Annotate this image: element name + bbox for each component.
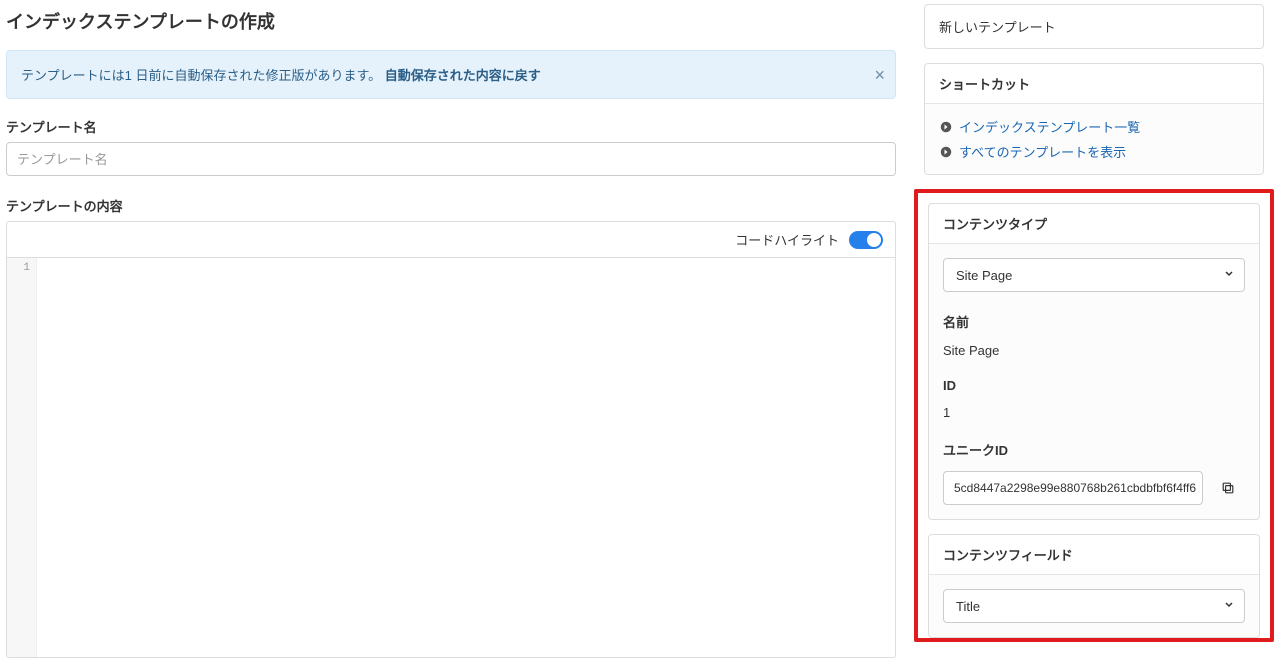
content-field-select[interactable]: Title xyxy=(943,589,1245,623)
shortcut-index-templates[interactable]: インデックステンプレート一覧 xyxy=(959,117,1140,136)
code-highlight-toggle[interactable] xyxy=(849,231,883,249)
alert-action-link[interactable]: 自動保存された内容に戻す xyxy=(385,68,541,83)
code-textarea[interactable] xyxy=(37,258,895,657)
shortcuts-header: ショートカット xyxy=(925,64,1263,104)
content-field-panel: コンテンツフィールド Title xyxy=(928,534,1260,638)
template-content-label: テンプレートの内容 xyxy=(6,196,896,215)
name-label: 名前 xyxy=(943,312,1245,331)
template-name-input[interactable] xyxy=(6,142,896,176)
content-type-header: コンテンツタイプ xyxy=(929,204,1259,244)
close-icon[interactable]: × xyxy=(874,66,885,84)
code-highlight-label: コードハイライト xyxy=(735,230,839,249)
shortcut-all-templates[interactable]: すべてのテンプレートを表示 xyxy=(959,142,1126,161)
content-type-panel: コンテンツタイプ Site Page 名前 Site Page ID 1 xyxy=(928,203,1260,520)
list-item: インデックステンプレート一覧 xyxy=(939,114,1249,139)
list-item: すべてのテンプレートを表示 xyxy=(939,139,1249,164)
id-value: 1 xyxy=(943,405,1245,420)
shortcuts-panel: ショートカット インデックステンプレート一覧 すべてのテンプレートを表示 xyxy=(924,63,1264,175)
content-field-header: コンテンツフィールド xyxy=(929,535,1259,575)
editor-gutter: 1 xyxy=(7,258,37,657)
template-name-label: テンプレート名 xyxy=(6,117,896,136)
new-template-button[interactable]: 新しいテンプレート xyxy=(924,4,1264,49)
chevron-right-icon xyxy=(939,145,953,159)
unique-id-label: ユニークID xyxy=(943,440,1245,459)
name-value: Site Page xyxy=(943,343,1245,358)
copy-icon[interactable] xyxy=(1211,471,1245,505)
unique-id-value[interactable]: 5cd8447a2298e99e880768b261cbdbfbf6f4ff6 xyxy=(943,471,1203,505)
code-editor: コードハイライト 1 xyxy=(6,221,896,658)
content-type-select[interactable]: Site Page xyxy=(943,258,1245,292)
line-number: 1 xyxy=(23,262,30,274)
id-label: ID xyxy=(943,378,1245,393)
alert-message: テンプレートには1 日前に自動保存された修正版があります。 xyxy=(21,68,381,83)
highlighted-region: コンテンツタイプ Site Page 名前 Site Page ID 1 xyxy=(914,189,1274,642)
autosave-alert: テンプレートには1 日前に自動保存された修正版があります。 自動保存された内容に… xyxy=(6,50,896,99)
chevron-right-icon xyxy=(939,120,953,134)
page-title: インデックステンプレートの作成 xyxy=(6,8,896,34)
